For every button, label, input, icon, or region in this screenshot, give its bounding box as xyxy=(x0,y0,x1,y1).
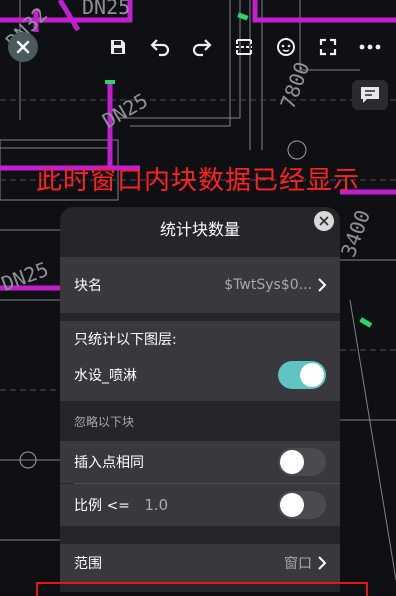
insert-same-toggle[interactable] xyxy=(278,448,326,476)
save-icon xyxy=(111,40,125,54)
zoom-icon xyxy=(277,38,295,56)
more-icon xyxy=(359,44,381,50)
panel-close-button[interactable] xyxy=(314,211,334,231)
layer-toggle[interactable] xyxy=(278,361,326,389)
undo-icon xyxy=(150,39,170,57)
undo-button[interactable] xyxy=(146,33,174,61)
scale-value-input[interactable]: 1.0 xyxy=(144,496,168,514)
zoom-button[interactable] xyxy=(272,33,300,61)
insert-same-label: 插入点相同 xyxy=(74,455,144,471)
chevron-right-icon xyxy=(318,278,326,292)
layer-section: 只统计以下图层: 水设_喷淋 xyxy=(60,321,340,401)
redo-button[interactable] xyxy=(188,33,216,61)
top-toolbar xyxy=(96,30,392,64)
block-name-row[interactable]: 块名 $TwtSys$0... xyxy=(60,257,340,313)
save-button[interactable] xyxy=(104,33,132,61)
highlight-box xyxy=(36,582,368,596)
annotation-text: 此时窗口内块数据已经显示 xyxy=(35,166,360,196)
block-count-panel: 统计块数量 块名 $TwtSys$0... 只统计以下图层: 水设_喷淋 忽略以… xyxy=(60,207,340,592)
scale-toggle[interactable] xyxy=(278,491,326,519)
comment-icon xyxy=(361,87,379,103)
more-button[interactable] xyxy=(356,33,384,61)
scale-label: 比例 <= xyxy=(74,498,130,514)
layer-row: 水设_喷淋 xyxy=(60,357,340,393)
comment-button[interactable] xyxy=(352,80,388,110)
block-name-value: $TwtSys$0... xyxy=(224,277,312,293)
ignore-section-title: 忽略以下块 xyxy=(74,414,135,429)
panel-header: 统计块数量 xyxy=(60,207,340,249)
insert-same-row: 插入点相同 xyxy=(60,441,340,483)
range-label: 范围 xyxy=(74,556,102,572)
range-row[interactable]: 范围 窗口 xyxy=(60,544,340,582)
layer-name: 水设_喷淋 xyxy=(74,368,137,384)
block-name-label: 块名 xyxy=(74,278,102,294)
redo-icon xyxy=(192,39,212,57)
fullscreen-icon xyxy=(319,38,337,56)
close-icon xyxy=(319,216,329,226)
layer-filter-title: 只统计以下图层: xyxy=(74,332,177,348)
close-drawing-button[interactable] xyxy=(8,32,38,62)
fullscreen-button[interactable] xyxy=(314,33,342,61)
range-value: 窗口 xyxy=(284,556,312,572)
close-icon xyxy=(16,40,30,54)
panel-title: 统计块数量 xyxy=(159,220,240,239)
scale-row: 比例 <= 1.0 xyxy=(60,484,340,526)
measure-button[interactable] xyxy=(230,33,258,61)
chevron-right-icon xyxy=(318,556,326,570)
cad-label-dn25-top: DN25 xyxy=(82,0,130,19)
measure-icon xyxy=(236,39,252,55)
